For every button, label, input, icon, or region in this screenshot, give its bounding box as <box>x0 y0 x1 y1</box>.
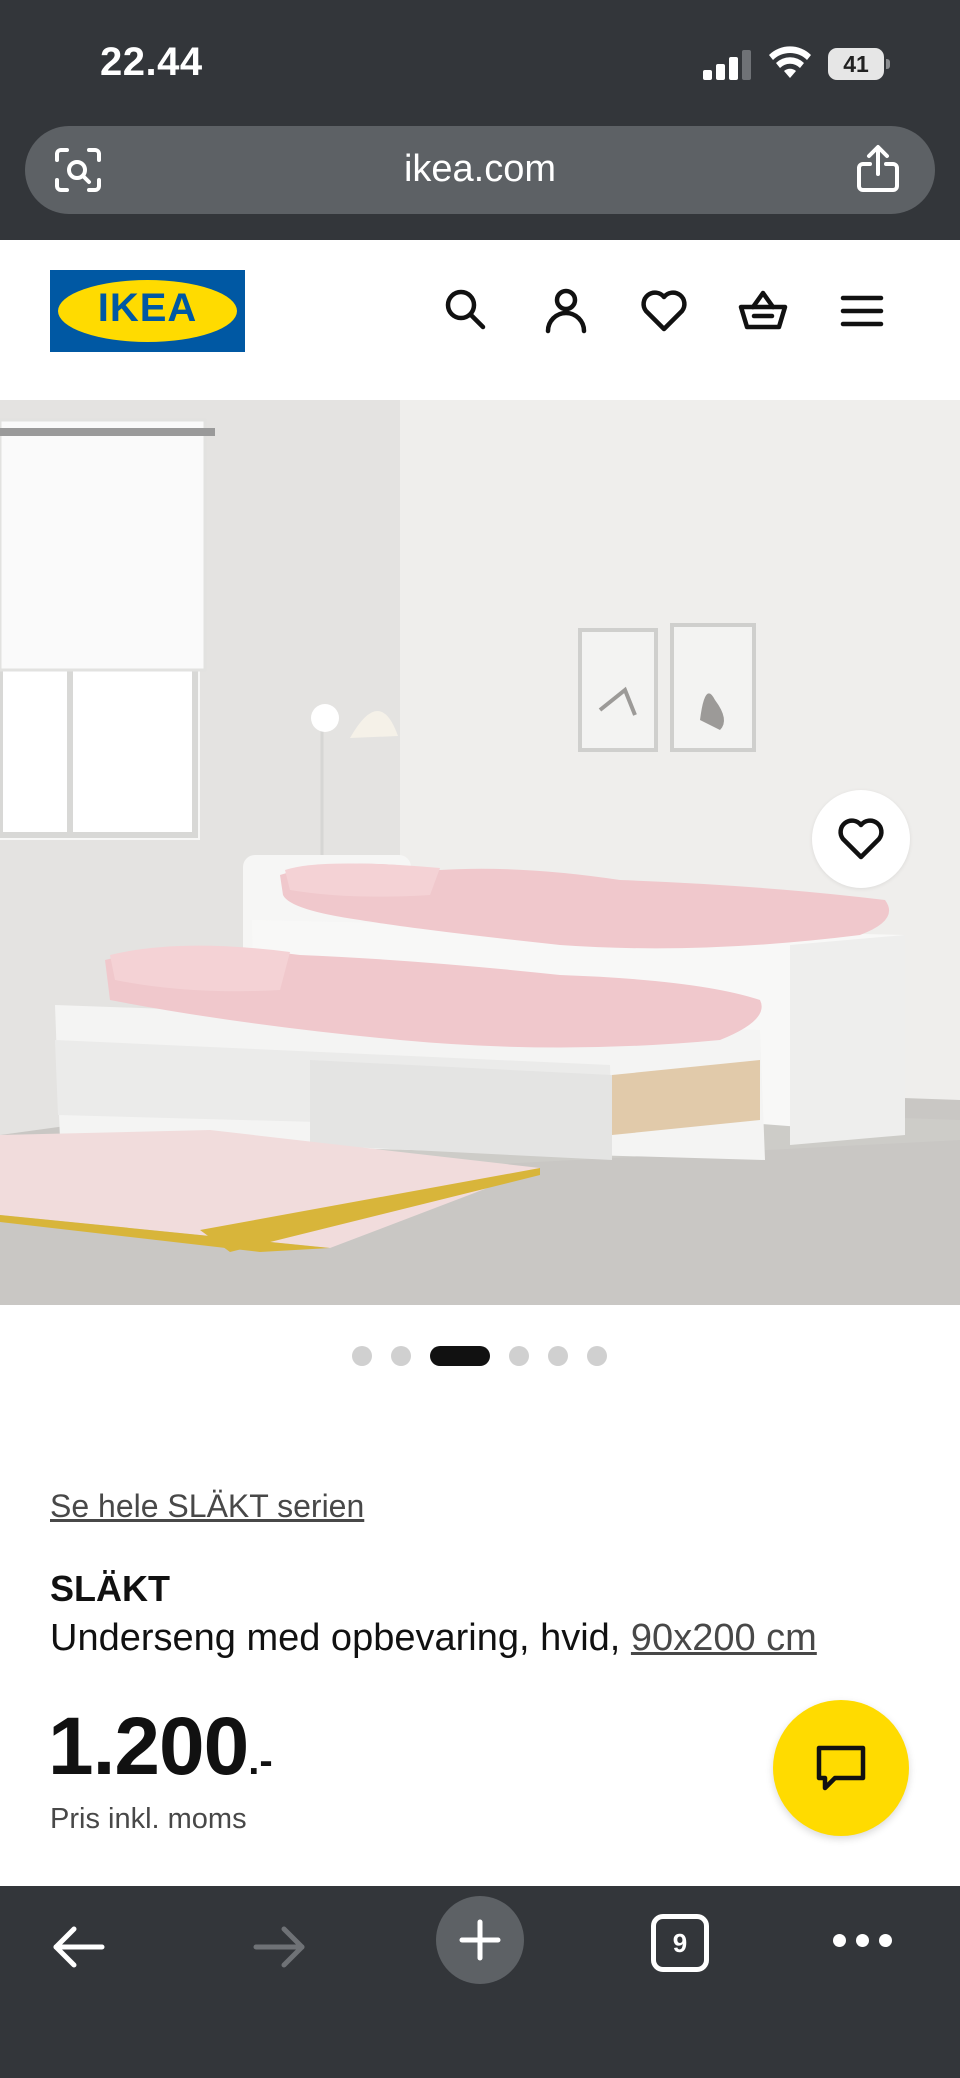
status-time: 22.44 <box>100 40 203 84</box>
heart-icon[interactable] <box>638 285 690 337</box>
basket-icon[interactable] <box>737 285 789 337</box>
price-note: Pris inkl. moms <box>50 1803 247 1835</box>
save-to-favorites-button[interactable] <box>812 790 910 888</box>
browser-bottom-bar: 9 <box>0 1886 960 2078</box>
page: 22.44 41 ikea.com IKEA Se hele SLÄKT ser… <box>0 0 960 2078</box>
url-text[interactable]: ikea.com <box>25 148 935 191</box>
carousel-dot[interactable] <box>391 1346 411 1366</box>
address-bar[interactable]: ikea.com <box>25 126 935 214</box>
product-description: Underseng med opbevaring, hvid, 90x200 c… <box>50 1617 817 1660</box>
carousel-dot-active[interactable] <box>430 1346 490 1366</box>
browser-top-bar: 22.44 41 ikea.com <box>0 0 960 240</box>
plus-icon <box>459 1919 501 1961</box>
search-icon[interactable] <box>440 285 492 337</box>
logo-text: IKEA <box>97 286 198 330</box>
heart-icon <box>838 818 884 860</box>
price-suffix: .- <box>248 1739 273 1783</box>
ikea-logo[interactable]: IKEA <box>50 270 245 352</box>
carousel-dot[interactable] <box>352 1346 372 1366</box>
chat-button[interactable] <box>773 1700 909 1836</box>
user-icon[interactable] <box>540 285 592 337</box>
carousel-dot[interactable] <box>587 1346 607 1366</box>
new-tab-button[interactable] <box>436 1896 524 1984</box>
wifi-icon <box>769 46 811 78</box>
product-description-text: Underseng med opbevaring, hvid, <box>50 1617 631 1659</box>
carousel-dot[interactable] <box>548 1346 568 1366</box>
share-icon[interactable] <box>855 144 901 194</box>
more-options-icon[interactable] <box>833 1934 893 1948</box>
product-size-link[interactable]: 90x200 cm <box>631 1617 817 1659</box>
tab-switcher-button[interactable]: 9 <box>651 1914 709 1972</box>
image-carousel-indicator <box>0 1344 960 1366</box>
back-arrow-icon[interactable] <box>48 1916 108 1978</box>
carousel-dot[interactable] <box>509 1346 529 1366</box>
product-price: 1.200.- <box>48 1700 273 1794</box>
forward-arrow-icon[interactable] <box>250 1916 310 1978</box>
product-name: SLÄKT <box>50 1568 170 1609</box>
site-header: IKEA <box>0 240 960 400</box>
battery-level: 41 <box>828 48 884 80</box>
product-image[interactable] <box>0 400 960 1305</box>
menu-icon[interactable] <box>836 285 888 337</box>
price-main: 1.200 <box>48 1701 249 1792</box>
battery-icon: 41 <box>828 48 890 80</box>
chat-icon <box>816 1745 866 1791</box>
cellular-signal-icon <box>703 50 751 80</box>
series-link[interactable]: Se hele SLÄKT serien <box>50 1488 364 1525</box>
